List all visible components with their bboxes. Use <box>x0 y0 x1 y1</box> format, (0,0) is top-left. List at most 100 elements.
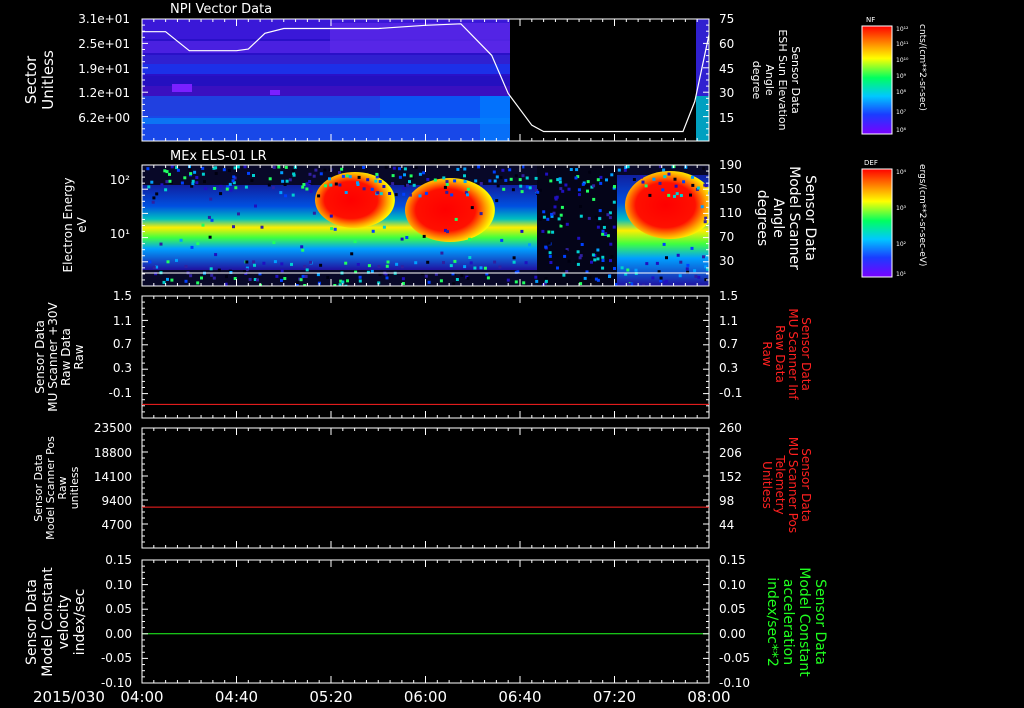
els-speckle <box>344 261 348 265</box>
els-speckle <box>219 184 223 188</box>
colorbar-npi-tick-2: 10¹⁰ <box>896 57 909 64</box>
els-speckle <box>673 194 676 198</box>
els-speckle <box>499 176 503 180</box>
els-speckle <box>700 205 704 209</box>
els-speckle <box>229 188 233 192</box>
els-speckle <box>183 176 187 180</box>
els-speckle <box>599 175 603 179</box>
els-speckle <box>641 180 645 184</box>
els-speckle <box>495 175 499 179</box>
els-speckle <box>179 238 183 242</box>
els-speckle <box>498 265 502 269</box>
els-speckle <box>598 209 602 213</box>
els-speckle <box>403 167 407 171</box>
colorbar-els-tick-3: 10¹ <box>896 271 907 278</box>
els-speckle <box>203 180 206 184</box>
colorbar-npi-tick-3: 10⁹ <box>896 73 907 80</box>
els-speckle <box>348 175 352 179</box>
els-speckle <box>409 174 413 178</box>
els-speckle <box>344 191 348 194</box>
els-speckle <box>493 179 497 183</box>
els-speckle <box>479 182 483 185</box>
els-speckle <box>146 167 150 171</box>
colorbar-npi-tick-1: 10¹¹ <box>896 41 909 48</box>
vel-right-label-3: index/sec**2 <box>764 577 780 667</box>
els-speckle <box>370 187 374 191</box>
pos-right-label-3: Unitless <box>760 461 774 509</box>
els-speckle <box>309 260 313 264</box>
vel-left-label-3: index/sec <box>72 589 88 656</box>
els-speckle <box>291 169 295 173</box>
els-speckle <box>581 182 585 186</box>
x-tick-label: 04:00 <box>120 688 163 706</box>
els-speckle <box>267 183 271 187</box>
els-speckle <box>401 277 405 281</box>
els-speckle <box>350 252 354 256</box>
els-speckle <box>663 280 667 284</box>
els-left-tick-1: 10¹ <box>110 227 130 241</box>
vel-frame <box>141 559 710 684</box>
els-speckle <box>509 177 513 181</box>
els-speckle <box>288 178 292 182</box>
els-speckle <box>577 188 581 192</box>
els-speckle <box>237 212 240 216</box>
pos-right-tick-1: 206 <box>719 446 742 460</box>
els-speckle <box>281 179 285 183</box>
els-speckle <box>329 183 333 187</box>
els-speckle <box>217 268 221 272</box>
els-speckle <box>191 179 195 183</box>
els-speckle <box>579 205 583 208</box>
els-speckle <box>166 277 169 281</box>
els-speckle <box>612 200 616 204</box>
els-speckle <box>155 192 159 196</box>
pos-right-tick-0: 260 <box>719 421 742 435</box>
mu-right-label-3: Raw <box>760 341 774 366</box>
els-speckle <box>455 278 459 281</box>
els-speckle <box>319 172 323 176</box>
els-speckle <box>651 276 655 280</box>
els-speckle <box>408 193 412 197</box>
els-speckle <box>280 269 284 273</box>
els-speckle <box>405 183 409 187</box>
els-speckle <box>260 225 264 229</box>
els-speckle <box>395 262 399 266</box>
els-speckle <box>667 193 671 197</box>
els-speckle <box>382 185 386 188</box>
els-speckle <box>209 197 213 201</box>
els-speckle <box>330 227 334 231</box>
els-speckle <box>324 184 327 188</box>
mu-left-label-0: Sensor Data <box>33 320 47 394</box>
mu-right-label-0: Sensor Data <box>799 317 813 391</box>
els-speckle <box>667 172 671 176</box>
els-speckle <box>247 171 250 175</box>
els-speckle <box>219 192 223 196</box>
els-speckle <box>418 172 422 176</box>
els-speckle <box>312 174 316 178</box>
els-speckle <box>504 178 508 182</box>
els-speckle <box>592 184 596 188</box>
els-speckle <box>252 174 255 177</box>
els-speckle <box>190 184 194 188</box>
left-tick-labels: 3.1e+01 2.5e+01 1.9e+01 1.2e+01 6.2e+00 … <box>78 12 132 690</box>
els-speckle <box>452 282 456 286</box>
els-spectrogram <box>142 165 709 286</box>
els-speckle <box>703 220 707 224</box>
els-speckle <box>234 186 238 190</box>
els-speckle <box>591 253 595 257</box>
els-speckle <box>645 262 649 266</box>
panel-els-title: MEx ELS-01 LR <box>170 149 267 164</box>
els-speckle <box>208 235 212 239</box>
els-speckle <box>366 178 370 182</box>
els-speckle <box>665 256 668 260</box>
els-speckle <box>466 277 470 280</box>
npi-left-tick-4: 6.2e+00 <box>78 111 130 125</box>
els-speckle <box>640 175 643 179</box>
els-speckle <box>689 193 692 197</box>
els-speckle <box>303 265 307 269</box>
els-speckle <box>245 260 249 264</box>
els-speckle <box>454 217 458 221</box>
panel-els: MEx ELS-01 LR <box>141 149 710 287</box>
els-speckle <box>280 171 284 175</box>
npi-right-tick-1: 60 <box>719 37 734 51</box>
els-speckle <box>356 181 359 185</box>
